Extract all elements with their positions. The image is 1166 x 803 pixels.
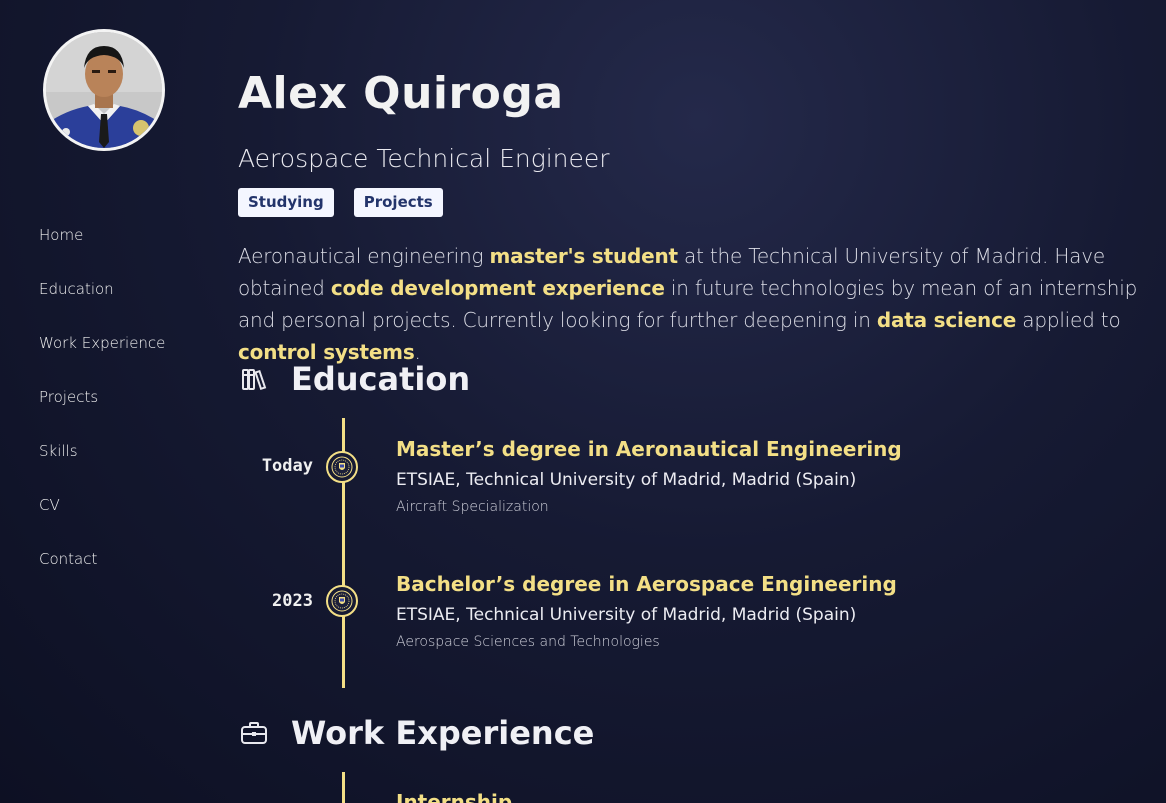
nav-item-skills[interactable]: Skills	[39, 441, 165, 495]
nav-item-contact[interactable]: Contact	[39, 549, 165, 603]
tag-studying[interactable]: Studying	[238, 188, 334, 217]
bio-paragraph: Aeronautical engineering master's studen…	[238, 240, 1163, 368]
bio-highlight: data science	[876, 308, 1017, 332]
specialization: Aerospace Sciences and Technologies	[396, 634, 660, 650]
job-title: Aerospace Technical Engineer	[238, 144, 610, 173]
education-title: Education	[291, 360, 471, 398]
work-timeline-line	[342, 772, 345, 803]
education-date: Today	[261, 456, 313, 476]
bio-highlight: code development experience	[330, 276, 665, 300]
side-nav: Home Education Work Experience Projects …	[39, 225, 165, 603]
university-logo-icon	[326, 451, 358, 483]
institution: ETSIAE, Technical University of Madrid, …	[396, 605, 857, 625]
bio-text: Aeronautical engineering	[238, 244, 490, 268]
bio-highlight: master's student	[489, 244, 678, 268]
sidebar: Home Education Work Experience Projects …	[0, 0, 205, 803]
work-experience-heading: Work Experience	[238, 714, 594, 752]
institution: ETSIAE, Technical University of Madrid, …	[396, 470, 857, 490]
degree-title: Bachelor’s degree in Aerospace Engineeri…	[396, 572, 897, 596]
specialization: Aircraft Specialization	[396, 499, 549, 515]
tag-projects[interactable]: Projects	[353, 188, 443, 217]
nav-item-work-experience[interactable]: Work Experience	[39, 333, 165, 387]
nav-item-cv[interactable]: CV	[39, 495, 165, 549]
avatar	[43, 29, 165, 151]
education-date: 2023	[272, 591, 313, 611]
profile-photo	[46, 32, 162, 148]
nav-item-home[interactable]: Home	[39, 225, 165, 279]
nav-item-education[interactable]: Education	[39, 279, 165, 333]
work-item-title: Internship	[396, 790, 513, 803]
page-title: Alex Quiroga	[238, 68, 564, 119]
bio-text: applied to	[1016, 308, 1121, 332]
books-icon	[238, 363, 270, 395]
nav-item-projects[interactable]: Projects	[39, 387, 165, 441]
work-experience-title: Work Experience	[291, 714, 595, 752]
university-logo-icon	[326, 585, 358, 617]
degree-title: Master’s degree in Aeronautical Engineer…	[396, 437, 902, 461]
tag-list: Studying Projects	[238, 188, 443, 217]
education-heading: Education	[238, 360, 470, 398]
briefcase-icon	[238, 717, 270, 749]
